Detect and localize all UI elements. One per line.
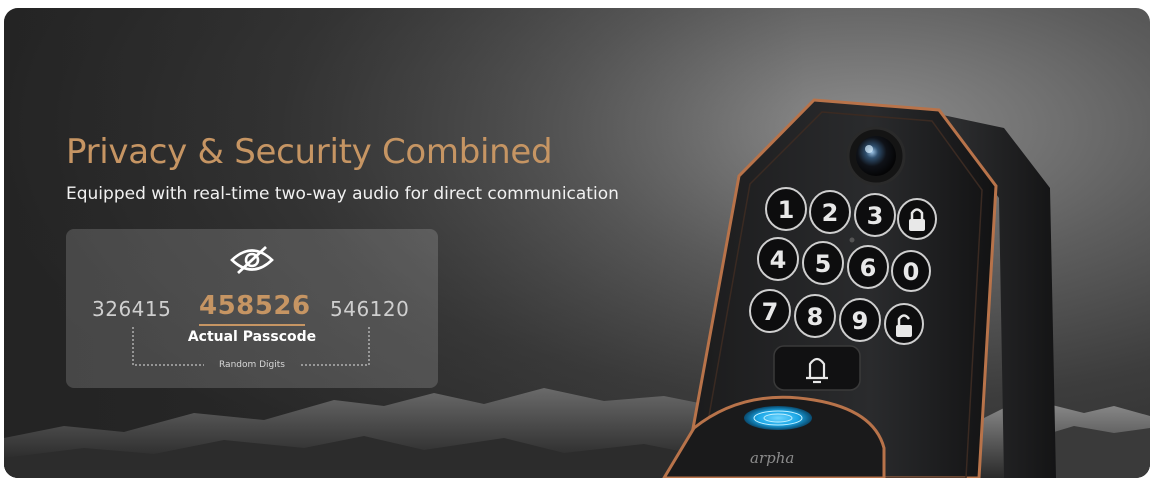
actual-passcode-value: 458526 — [199, 291, 311, 321]
random-digits-right: 546120 — [330, 297, 410, 321]
key-7: 7 — [762, 298, 779, 326]
key-2: 2 — [822, 199, 839, 227]
key-4: 4 — [770, 246, 787, 274]
key-6: 6 — [860, 254, 877, 282]
page-subtitle: Equipped with real-time two-way audio fo… — [66, 184, 619, 204]
passcode-digits: 326415 458526 546120 — [66, 291, 438, 326]
key-0: 0 — [903, 258, 920, 286]
passcode-underline — [199, 324, 305, 326]
random-digits-left: 326415 — [92, 297, 172, 321]
key-5: 5 — [815, 250, 832, 278]
key-8: 8 — [807, 303, 824, 331]
page-title: Privacy & Security Combined — [66, 132, 553, 172]
key-3: 3 — [867, 202, 884, 230]
key-9: 9 — [852, 307, 869, 335]
passcode-card: 326415 458526 546120 Actual Passcode Ran… — [66, 229, 438, 388]
eye-off-icon — [230, 245, 274, 275]
brand-logo: arpha — [750, 449, 794, 467]
random-digits-label: Random Digits — [219, 360, 285, 370]
doorbell-button — [773, 345, 861, 391]
key-1: 1 — [778, 196, 795, 224]
hero-banner: 1 2 3 4 5 6 0 7 8 9 arpha Privacy & Secu… — [4, 8, 1150, 478]
